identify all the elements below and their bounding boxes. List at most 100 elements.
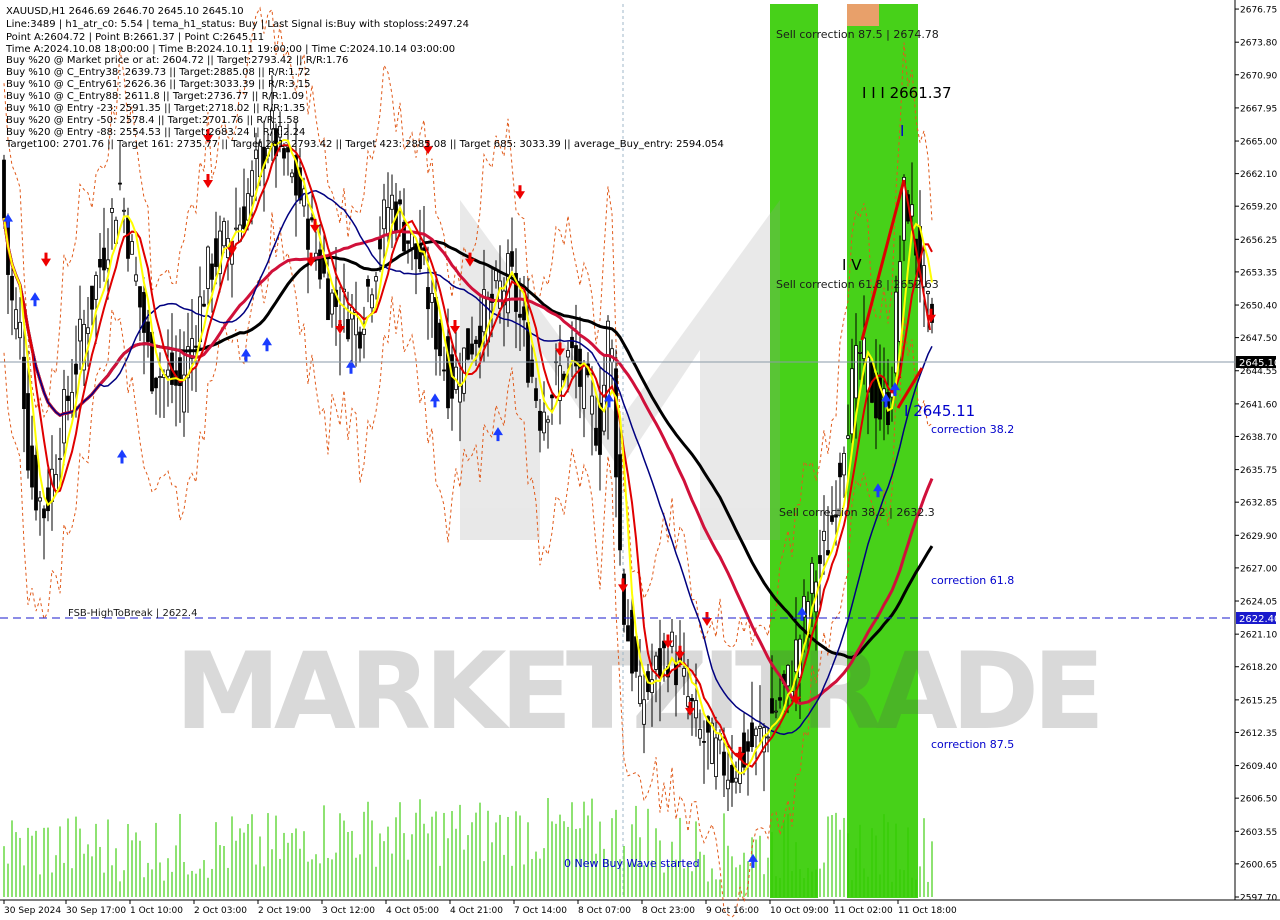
candle-body [642,699,646,725]
candle-body [310,217,314,221]
info-line-3: Time A:2024.10.08 18:00:00 | Time B:2024… [5,44,455,55]
candle-body [518,313,522,318]
candle-body [290,172,294,178]
candle-body [98,259,102,268]
correction-618-label: correction 61.8 [931,574,1014,587]
time-tick-label: 30 Sep 2024 [4,906,61,916]
candle-body [202,303,206,307]
info-line-7: Buy %10 @ C_Entry88: 2611.8 || Target:27… [6,91,304,102]
candle-body [766,736,770,739]
time-tick-label: 10 Oct 09:00 [770,906,829,916]
candle-body [474,339,478,344]
orange-target-box [847,4,879,26]
wave-iv-label: I V [842,256,862,274]
candle-body [810,562,814,594]
candle-body [630,609,634,674]
candle-body [858,352,862,354]
candle-body [398,199,402,205]
candle-body [18,321,22,339]
price-tick-label: 2603.55 [1240,828,1277,838]
candle-body [926,291,930,295]
candle-body [42,508,46,519]
candle-body [846,435,850,439]
candle-body [130,241,134,255]
candle-body [234,227,238,230]
new-buy-wave-label: 0 New Buy Wave started [564,857,700,870]
candle-body [78,318,82,342]
price-tick-label: 2650.40 [1240,302,1277,312]
candle-body [550,394,554,399]
symbol-line: XAUUSD,H1 2646.69 2646.70 2645.10 2645.1… [6,6,244,17]
info-line-1: Line:3489 | h1_atr_c0: 5.54 | tema_h1_st… [6,19,469,30]
candle-body [842,453,846,476]
candle-body [430,292,434,303]
candle-body [146,321,150,342]
candle-body [118,182,122,185]
candle-body [466,328,470,360]
candle-body [406,240,410,244]
price-tick-label: 2600.65 [1240,860,1277,870]
candle-body [318,249,322,280]
candle-body [438,322,442,357]
correction-875-label: correction 87.5 [931,738,1014,751]
candle-body [478,325,482,348]
candle-body [818,555,822,564]
candle-body [442,369,446,372]
candle-body [30,445,34,488]
candle-body [458,385,462,403]
candle-body [702,741,706,743]
candle-body [382,199,386,230]
info-line-2: Point A:2604.72 | Point B:2661.37 | Poin… [6,32,264,43]
price-tick-label: 2662.10 [1240,170,1277,180]
candle-body [434,296,438,350]
candle-body [730,764,734,783]
point-b-label: I I I 2661.37 [862,84,952,102]
price-tick-label: 2676.75 [1240,6,1277,16]
price-tick-label: 2673.80 [1240,39,1277,49]
candle-body [122,209,126,212]
correction-382-label: correction 38.2 [931,423,1014,436]
candle-body [658,648,662,679]
info-line-6: Buy %10 @ C_Entry61: 2626.36 || Target:3… [6,79,311,90]
candle-body [34,454,38,511]
time-tick-label: 3 Oct 12:00 [322,906,375,916]
price-tick-label: 2629.90 [1240,532,1277,542]
time-tick-label: 2 Oct 19:00 [258,906,311,916]
candle-body [58,458,62,460]
candle-body [254,149,258,159]
info-line-10: Buy %20 @ Entry -88: 2554.53 || Target:2… [6,127,305,138]
candle-body [38,497,42,502]
candle-body [138,286,142,308]
candle-body [142,291,146,333]
candle-body [46,487,50,512]
candle-body [722,751,726,776]
price-chart[interactable]: MARKETZITRADE Sell correction 87.5 | 267… [0,0,1280,920]
candle-body [158,376,162,378]
candle-body [862,337,866,359]
candle-body [210,263,214,280]
price-tick-label: 2635.75 [1240,466,1277,476]
candle-body [26,393,30,471]
candle-body [774,710,778,713]
candle-body [94,275,98,300]
candle-body [386,207,390,237]
candle-body [134,274,138,282]
fsb-label: FSB-HighToBreak | 2622.4 [68,608,197,619]
time-tick-label: 11 Oct 18:00 [898,906,957,916]
candle-body [346,319,350,340]
candle-body [102,247,106,271]
time-tick-label: 30 Sep 17:00 [66,906,126,916]
candle-body [894,291,898,374]
sell-correction-382-label: Sell correction 38.2 | 2632.3 [779,506,935,519]
candle-body [362,328,366,335]
candle-body [566,350,570,358]
candle-body [166,369,170,377]
price-tick-label: 2647.50 [1240,334,1277,344]
candle-body [698,729,702,739]
candle-body [14,309,18,330]
candle-body [154,377,158,389]
candle-body [770,698,774,714]
price-tick-label: 2615.25 [1240,696,1277,706]
candle-body [754,728,758,736]
candle-body [734,777,738,783]
